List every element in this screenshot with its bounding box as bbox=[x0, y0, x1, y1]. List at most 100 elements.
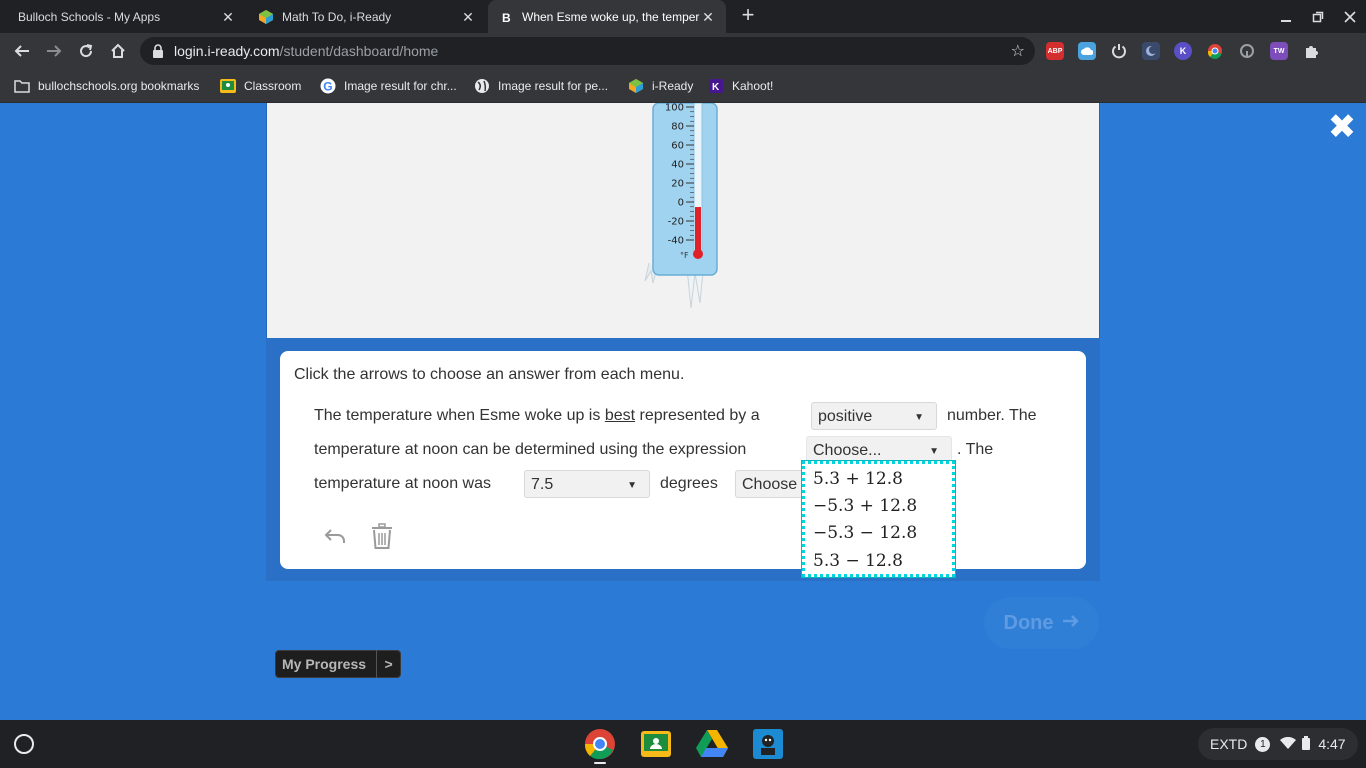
iready-favicon-icon bbox=[258, 9, 274, 25]
svg-text:G: G bbox=[323, 80, 332, 94]
bookmark-classroom[interactable]: Classroom bbox=[220, 76, 301, 96]
menu-option[interactable]: 5.3 + 12.8 bbox=[813, 469, 903, 489]
question-text: number. The bbox=[947, 407, 1037, 424]
expression-options-menu: 5.3 + 12.8 −5.3 + 12.8 −5.3 − 12.8 5.3 −… bbox=[802, 461, 955, 577]
question-text: . The bbox=[957, 441, 994, 458]
tab-esme-question[interactable]: B When Esme woke up, the temper ✕ bbox=[488, 0, 726, 33]
menu-option[interactable]: −5.3 + 12.8 bbox=[813, 496, 917, 516]
chromeos-shelf: EXTD 1 4:47 bbox=[0, 720, 1366, 768]
question-line-1: The temperature when Esme woke up is bes… bbox=[314, 407, 760, 425]
cloud-extension-icon[interactable] bbox=[1078, 42, 1096, 60]
kami-extension-icon[interactable]: K bbox=[1174, 42, 1192, 60]
illustration-area: 100 80 60 40 20 0 -20 -40 °F bbox=[266, 102, 1100, 338]
done-button[interactable]: Done bbox=[984, 597, 1099, 649]
thermometer-tick-label: 100 bbox=[665, 103, 684, 114]
tab-close-icon[interactable]: ✕ bbox=[700, 9, 716, 25]
forward-icon[interactable] bbox=[40, 37, 68, 65]
home-icon[interactable] bbox=[104, 37, 132, 65]
clock-time: 4:47 bbox=[1318, 736, 1346, 752]
maximize-icon[interactable] bbox=[1302, 0, 1334, 33]
adblock-extension-icon[interactable]: ABP bbox=[1046, 42, 1064, 60]
back-icon[interactable] bbox=[8, 37, 36, 65]
menu-option[interactable]: −5.3 − 12.8 bbox=[813, 523, 917, 543]
tab-close-icon[interactable]: ✕ bbox=[220, 9, 236, 25]
chrome-app-icon[interactable] bbox=[584, 728, 616, 760]
bookmark-kahoot[interactable]: K Kahoot! bbox=[708, 76, 773, 96]
status-tray[interactable]: EXTD 1 4:47 bbox=[1198, 728, 1358, 760]
tab-iready[interactable]: Math To Do, i-Ready ✕ bbox=[248, 0, 486, 33]
minimize-icon[interactable] bbox=[1270, 0, 1302, 33]
bookmark-label: bullochschools.org bookmarks bbox=[38, 79, 200, 93]
tab-title: When Esme woke up, the temper bbox=[522, 9, 700, 24]
address-bar[interactable]: login.i-ready.com/student/dashboard/home… bbox=[140, 37, 1035, 65]
undo-icon[interactable] bbox=[321, 522, 349, 550]
bookmark-label: Image result for chr... bbox=[344, 79, 457, 93]
close-window-icon[interactable] bbox=[1334, 0, 1366, 33]
thermometer-tick-label: 20 bbox=[671, 179, 684, 190]
svg-text:K: K bbox=[712, 82, 720, 93]
svg-text:B: B bbox=[502, 11, 511, 23]
dropdown-value: Choose bbox=[742, 476, 798, 493]
bookmark-label: Classroom bbox=[244, 79, 302, 93]
dropdown-arrow-icon[interactable]: ▼ bbox=[627, 480, 637, 491]
bookmark-label: Kahoot! bbox=[732, 79, 774, 93]
trash-icon[interactable] bbox=[368, 522, 396, 550]
tab-close-icon[interactable]: ✕ bbox=[460, 9, 476, 25]
thermometer-illustration: 100 80 60 40 20 0 -20 -40 °F bbox=[644, 102, 718, 309]
dark-extension-icon[interactable] bbox=[1142, 42, 1160, 60]
battery-icon bbox=[1302, 735, 1311, 753]
value-dropdown[interactable]: 7.5 ▼ bbox=[524, 470, 650, 498]
thermometer-tick-label: -20 bbox=[668, 217, 684, 228]
bookmark-image-result-1[interactable]: G Image result for chr... bbox=[320, 76, 457, 96]
question-text: The temperature when Esme woke up is bbox=[314, 407, 605, 424]
my-progress-button[interactable]: My Progress > bbox=[275, 650, 402, 678]
close-lesson-button[interactable]: ✖ bbox=[1326, 110, 1358, 144]
bookmark-image-result-2[interactable]: Image result for pe... bbox=[474, 76, 608, 96]
bookmarks-bar: bullochschools.org bookmarks Classroom G… bbox=[0, 69, 1366, 103]
thermometer-tick-label: 60 bbox=[671, 141, 684, 152]
question-text: represented by a bbox=[635, 407, 760, 424]
tab-bulloch[interactable]: Bulloch Schools - My Apps ✕ bbox=[8, 0, 246, 33]
typingclub-app-icon[interactable] bbox=[752, 728, 784, 760]
classroom-app-icon[interactable] bbox=[640, 728, 672, 760]
tab-title: Bulloch Schools - My Apps bbox=[18, 9, 161, 24]
dropdown-arrow-icon[interactable]: ▼ bbox=[914, 412, 924, 423]
instruction-text: Click the arrows to choose an answer fro… bbox=[294, 366, 685, 383]
launcher-icon[interactable] bbox=[14, 734, 34, 754]
url-domain: login.i-ready.com bbox=[174, 43, 280, 59]
puzzle-extensions-icon[interactable] bbox=[1302, 42, 1320, 60]
expression-dropdown[interactable]: Choose... ▼ bbox=[806, 436, 952, 464]
sign-dropdown[interactable]: positive ▼ bbox=[811, 402, 937, 430]
classroom-icon bbox=[220, 78, 236, 94]
reload-icon[interactable] bbox=[72, 37, 100, 65]
new-tab-button[interactable]: + bbox=[737, 4, 759, 27]
kahoot-icon: K bbox=[708, 78, 724, 94]
my-progress-label: My Progress bbox=[282, 656, 367, 672]
bookmark-folder[interactable]: bullochschools.org bookmarks bbox=[14, 76, 199, 96]
swirl-extension-icon[interactable] bbox=[1238, 42, 1256, 60]
thermometer-body bbox=[652, 102, 718, 276]
menu-option[interactable]: 5.3 − 12.8 bbox=[813, 551, 903, 571]
url-text: login.i-ready.com/student/dashboard/home bbox=[174, 43, 438, 59]
bookmark-star-icon[interactable]: ☆ bbox=[1011, 41, 1025, 61]
dropdown-value: positive bbox=[818, 408, 873, 425]
iready-icon bbox=[628, 78, 644, 94]
notification-badge: 1 bbox=[1255, 736, 1271, 752]
tab-title: Math To Do, i-Ready bbox=[282, 9, 392, 24]
wifi-icon bbox=[1280, 736, 1297, 752]
underlined-word: best bbox=[604, 407, 636, 424]
active-app-indicator bbox=[594, 762, 606, 764]
tab-strip: Bulloch Schools - My Apps ✕ Math To Do, … bbox=[0, 0, 1366, 33]
unit-dropdown[interactable]: Choose bbox=[735, 470, 805, 498]
bookmark-iready[interactable]: i-Ready bbox=[628, 76, 693, 96]
bookmark-label: Image result for pe... bbox=[498, 79, 609, 93]
drive-app-icon[interactable] bbox=[696, 728, 728, 760]
dropdown-value: Choose... bbox=[813, 442, 882, 459]
mercury-bulb bbox=[693, 249, 703, 259]
chrome-extension-icon[interactable] bbox=[1206, 42, 1224, 60]
typing-extension-icon[interactable]: TW bbox=[1270, 42, 1288, 60]
power-extension-icon[interactable] bbox=[1110, 42, 1128, 60]
done-label: Done bbox=[1003, 611, 1054, 634]
dropdown-value: 7.5 bbox=[531, 476, 554, 493]
dropdown-arrow-icon[interactable]: ▼ bbox=[929, 446, 939, 457]
